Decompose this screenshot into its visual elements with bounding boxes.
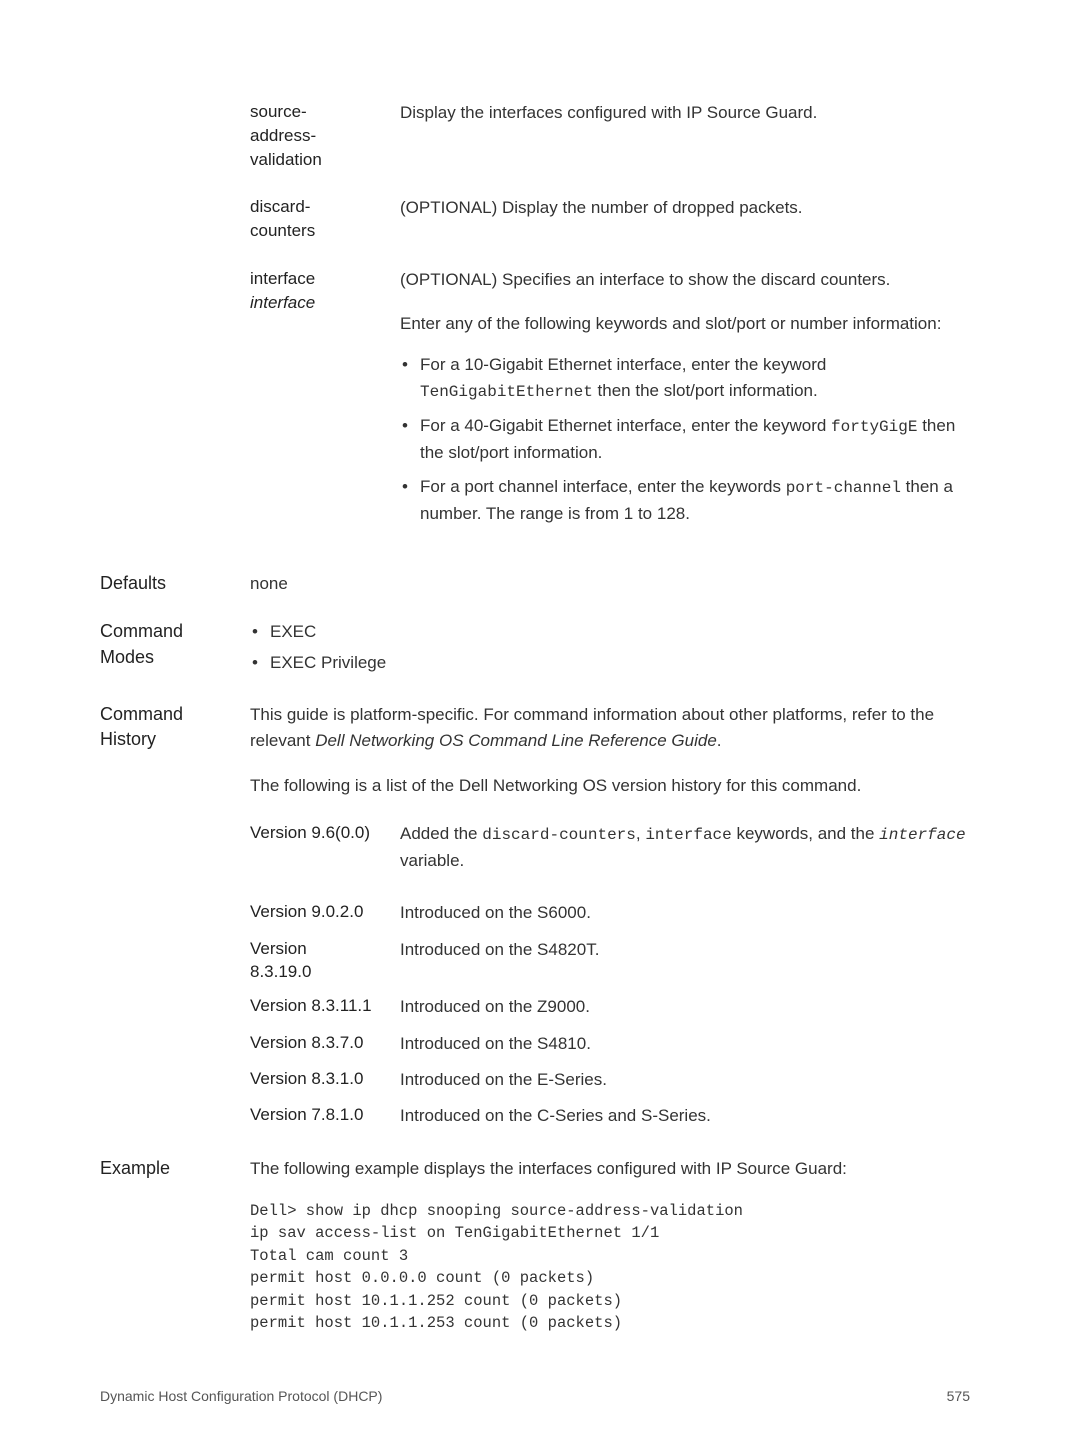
label-line: Command bbox=[100, 702, 250, 727]
param-desc-extra: Enter any of the following keywords and … bbox=[400, 311, 970, 337]
footer-left: Dynamic Host Configuration Protocol (DHC… bbox=[100, 1388, 382, 1404]
text: then the slot/port information. bbox=[593, 381, 818, 400]
version-label: Version 8.3.11.1 bbox=[250, 994, 400, 1018]
version-row: Version 7.8.1.0 Introduced on the C-Seri… bbox=[250, 1103, 970, 1129]
code-text: discard-counters bbox=[482, 826, 636, 844]
param-desc-wrap: (OPTIONAL) Specifies an interface to sho… bbox=[400, 267, 970, 535]
version-label-line: 8.3.19.0 bbox=[250, 960, 400, 984]
param-interface: interface interface (OPTIONAL) Specifies… bbox=[250, 267, 970, 535]
version-label-line: Version bbox=[250, 937, 400, 961]
version-desc: Introduced on the S4810. bbox=[400, 1031, 970, 1057]
command-modes-label: Command Modes bbox=[100, 619, 250, 669]
text: variable. bbox=[400, 851, 464, 870]
text: keywords, and the bbox=[732, 824, 879, 843]
example-label: Example bbox=[100, 1156, 250, 1181]
example-row: Example The following example displays t… bbox=[100, 1156, 970, 1335]
version-desc: Introduced on the C-Series and S-Series. bbox=[400, 1103, 970, 1129]
param-desc: (OPTIONAL) Display the number of dropped… bbox=[400, 195, 970, 243]
version-row: Version 8.3.1.0 Introduced on the E-Seri… bbox=[250, 1067, 970, 1093]
param-label-line: discard- bbox=[250, 195, 400, 219]
param-source-address-validation: source- address- validation Display the … bbox=[250, 100, 970, 171]
version-row: Version 9.0.2.0 Introduced on the S6000. bbox=[250, 900, 970, 926]
code-text: port-channel bbox=[786, 479, 901, 497]
version-label: Version 9.6(0.0) bbox=[250, 821, 400, 845]
code-text: TenGigabitEthernet bbox=[420, 383, 593, 401]
version-label: Version 7.8.1.0 bbox=[250, 1103, 400, 1127]
param-label-line-italic: interface bbox=[250, 291, 400, 315]
interface-options-list: For a 10-Gigabit Ethernet interface, ent… bbox=[400, 352, 970, 527]
history-para2: The following is a list of the Dell Netw… bbox=[250, 773, 970, 799]
version-desc: Added the discard-counters, interface ke… bbox=[400, 821, 970, 874]
version-desc: Introduced on the E-Series. bbox=[400, 1067, 970, 1093]
defaults-value: none bbox=[250, 571, 970, 597]
command-modes-row: Command Modes EXEC EXEC Privilege bbox=[100, 619, 970, 680]
defaults-row: Defaults none bbox=[100, 571, 970, 597]
list-item: For a 10-Gigabit Ethernet interface, ent… bbox=[400, 352, 970, 405]
code-text: fortyGigE bbox=[831, 418, 917, 436]
example-code-block: Dell> show ip dhcp snooping source-addre… bbox=[250, 1200, 970, 1335]
text: For a port channel interface, enter the … bbox=[420, 477, 786, 496]
version-desc: Introduced on the S4820T. bbox=[400, 937, 970, 963]
list-item: For a 40-Gigabit Ethernet interface, ent… bbox=[400, 413, 970, 466]
param-label-line: address- bbox=[250, 124, 400, 148]
defaults-label: Defaults bbox=[100, 571, 250, 596]
modes-list: EXEC EXEC Privilege bbox=[250, 619, 970, 676]
list-item: For a port channel interface, enter the … bbox=[400, 474, 970, 527]
command-history-label: Command History bbox=[100, 702, 250, 752]
history-para1: This guide is platform-specific. For com… bbox=[250, 702, 970, 755]
param-label-line: interface bbox=[250, 267, 400, 291]
list-item: EXEC Privilege bbox=[250, 650, 970, 676]
param-label-line: validation bbox=[250, 148, 400, 172]
version-label: Version 8.3.19.0 bbox=[250, 937, 400, 985]
example-content: The following example displays the inter… bbox=[250, 1156, 970, 1335]
page-footer: Dynamic Host Configuration Protocol (DHC… bbox=[100, 1388, 970, 1404]
list-item: EXEC bbox=[250, 619, 970, 645]
version-desc: Introduced on the Z9000. bbox=[400, 994, 970, 1020]
command-modes-content: EXEC EXEC Privilege bbox=[250, 619, 970, 680]
param-label-line: source- bbox=[250, 100, 400, 124]
example-intro: The following example displays the inter… bbox=[250, 1156, 970, 1182]
version-label: Version 8.3.7.0 bbox=[250, 1031, 400, 1055]
param-label-line: counters bbox=[250, 219, 400, 243]
label-line: Modes bbox=[100, 645, 250, 670]
version-row: Version 8.3.7.0 Introduced on the S4810. bbox=[250, 1031, 970, 1057]
version-desc: Introduced on the S6000. bbox=[400, 900, 970, 926]
version-row: Version 8.3.19.0 Introduced on the S4820… bbox=[250, 937, 970, 985]
text: , bbox=[636, 824, 645, 843]
version-row: Version 8.3.11.1 Introduced on the Z9000… bbox=[250, 994, 970, 1020]
version-label: Version 8.3.1.0 bbox=[250, 1067, 400, 1091]
footer-page-number: 575 bbox=[947, 1388, 970, 1404]
code-text-italic: interface bbox=[879, 826, 965, 844]
text-italic: Dell Networking OS Command Line Referenc… bbox=[315, 731, 717, 750]
version-row: Version 9.6(0.0) Added the discard-count… bbox=[250, 821, 970, 874]
code-text: interface bbox=[645, 826, 731, 844]
label-line: Command bbox=[100, 619, 250, 644]
text: For a 40-Gigabit Ethernet interface, ent… bbox=[420, 416, 831, 435]
text: Added the bbox=[400, 824, 482, 843]
param-label: source- address- validation bbox=[250, 100, 400, 171]
text: . bbox=[717, 731, 722, 750]
param-discard-counters: discard- counters (OPTIONAL) Display the… bbox=[250, 195, 970, 243]
param-desc: Display the interfaces configured with I… bbox=[400, 100, 970, 171]
command-history-row: Command History This guide is platform-s… bbox=[100, 702, 970, 1129]
param-label: interface interface bbox=[250, 267, 400, 535]
command-history-content: This guide is platform-specific. For com… bbox=[250, 702, 970, 1129]
text: For a 10-Gigabit Ethernet interface, ent… bbox=[420, 355, 826, 374]
param-desc: (OPTIONAL) Specifies an interface to sho… bbox=[400, 267, 970, 293]
label-line: History bbox=[100, 727, 250, 752]
param-label: discard- counters bbox=[250, 195, 400, 243]
version-label: Version 9.0.2.0 bbox=[250, 900, 400, 924]
